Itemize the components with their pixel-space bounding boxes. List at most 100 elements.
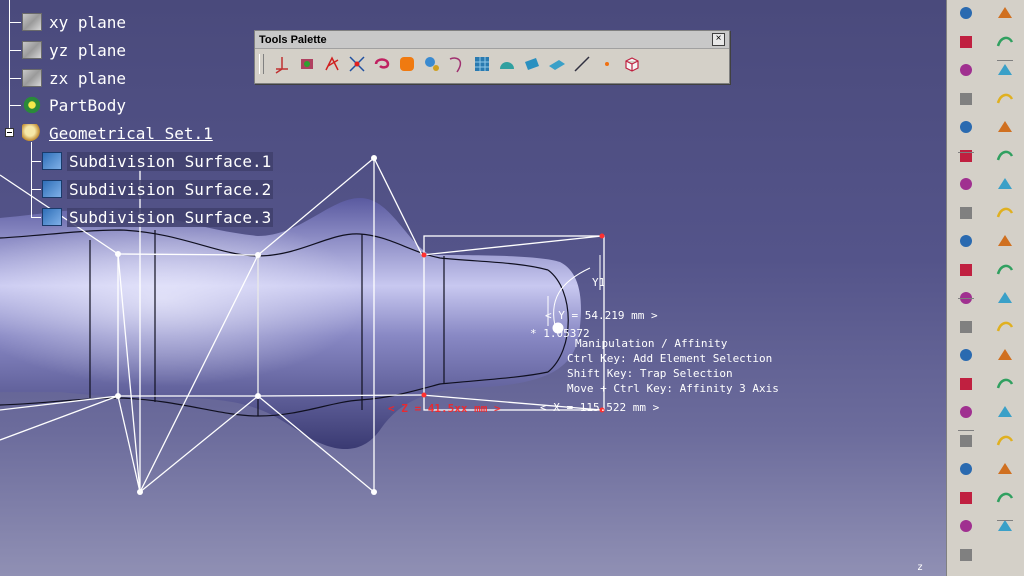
tree-item-geometrical-set[interactable]: Geometrical Set.1 (22, 121, 215, 145)
pointer-edit-icon[interactable] (994, 88, 1016, 110)
sphere-stripe-icon[interactable] (955, 202, 977, 224)
tree-item-zx-plane[interactable]: zx plane (22, 66, 128, 90)
tree-branch-line (31, 161, 41, 162)
tree-item-label: PartBody (49, 95, 127, 115)
cone-icon[interactable] (955, 373, 977, 395)
tree-item-label: Subdivision Surface.1 (67, 151, 274, 171)
plane-stripe-icon[interactable] (955, 458, 977, 480)
help-line-3: Shift Key: Trap Selection (567, 367, 733, 380)
orange-shape-icon[interactable] (396, 53, 418, 75)
help-line-1: Manipulation / Affinity (575, 337, 728, 350)
tree-branch-line (9, 0, 10, 132)
subdivision-surface-icon (42, 180, 62, 198)
box-icon[interactable] (621, 53, 643, 75)
layer-icon[interactable] (994, 344, 1016, 366)
magnifier-icon[interactable] (955, 230, 977, 252)
protractor-icon[interactable] (496, 53, 518, 75)
angle-icon[interactable] (955, 259, 977, 281)
square-icon[interactable] (955, 344, 977, 366)
point-cloud-icon[interactable] (296, 53, 318, 75)
tree-item-subdivision-surface-3[interactable]: Subdivision Surface.3 (42, 205, 274, 229)
red-sphere-icon[interactable] (955, 430, 977, 452)
tree-item-label: Subdivision Surface.3 (67, 207, 274, 227)
grid-icon[interactable] (471, 53, 493, 75)
right-toolbar: z (917, 0, 1024, 576)
palette-title-bar[interactable]: Tools Palette × (255, 31, 729, 49)
scissor-icon[interactable] (955, 515, 977, 537)
tree-branch-line (9, 22, 21, 23)
cursor-node-icon[interactable] (346, 53, 368, 75)
shield-icon[interactable] (994, 401, 1016, 423)
plane-tool-icon[interactable] (521, 53, 543, 75)
toolbar-separator (958, 298, 974, 299)
tree-item-xy-plane[interactable]: xy plane (22, 10, 128, 34)
toolbar-separator (958, 430, 974, 431)
surface-icon[interactable] (546, 53, 568, 75)
point-icon[interactable] (955, 116, 977, 138)
cut-icon[interactable] (994, 373, 1016, 395)
grid-face-icon[interactable] (994, 202, 1016, 224)
blue-stack-icon[interactable] (994, 316, 1016, 338)
swirl-icon[interactable] (955, 145, 977, 167)
sphere-icon[interactable] (994, 2, 1016, 24)
tree-branch-line (31, 189, 41, 190)
x-readout: < X = 115.522 mm > (540, 401, 660, 414)
help-line-4: Move + Ctrl Key: Affinity 3 Axis (567, 382, 779, 395)
toolbar-separator (997, 60, 1013, 61)
close-button[interactable]: × (712, 33, 725, 46)
scene-canvas[interactable] (0, 0, 946, 576)
y-readout: < Y = 54.219 mm > (545, 309, 658, 322)
list-icon[interactable] (955, 59, 977, 81)
stack-icon[interactable] (994, 287, 1016, 309)
line-icon[interactable] (571, 53, 593, 75)
tree-item-label: zx plane (49, 68, 127, 88)
globe-icon[interactable] (955, 487, 977, 509)
tools-palette[interactable]: Tools Palette × (254, 30, 730, 84)
curve-arrow-icon[interactable] (994, 116, 1016, 138)
blue-face-icon[interactable] (994, 230, 1016, 252)
cross-icon[interactable] (994, 487, 1016, 509)
sketch-icon[interactable] (955, 2, 977, 24)
plane-icon (22, 13, 42, 31)
subdivision-surface-icon (42, 152, 62, 170)
3d-viewport[interactable]: Y1 < Y = 54.219 mm > * 1.05372 Manipulat… (0, 0, 946, 576)
axis-arrows-icon[interactable] (321, 53, 343, 75)
cube-link-icon[interactable] (994, 59, 1016, 81)
dots-icon[interactable] (994, 430, 1016, 452)
z-readout: < Z = 41.5xx mm > (388, 402, 501, 415)
tree-item-partbody[interactable]: PartBody (22, 93, 128, 117)
subdivision-surface-icon (42, 208, 62, 226)
tree-item-label: yz plane (49, 40, 127, 60)
cube-icon[interactable] (994, 31, 1016, 53)
select-arrow-icon[interactable] (955, 31, 977, 53)
compass-icon[interactable] (271, 53, 293, 75)
point-icon[interactable] (596, 53, 618, 75)
toolbar-separator (958, 152, 974, 153)
loop-arrow-icon[interactable] (371, 53, 393, 75)
orange-curve-icon[interactable] (955, 173, 977, 195)
sphere-blue-icon[interactable] (955, 316, 977, 338)
collapse-toggle[interactable] (5, 128, 14, 137)
sphere-gear-icon[interactable] (421, 53, 443, 75)
toolbar-grip[interactable] (259, 54, 264, 74)
curve-arrow2-icon[interactable] (994, 145, 1016, 167)
eye-icon[interactable] (994, 515, 1016, 537)
target-icon[interactable] (955, 544, 977, 566)
partbody-icon (22, 96, 42, 114)
tree-item-subdivision-surface-2[interactable]: Subdivision Surface.2 (42, 177, 274, 201)
tree-item-label: xy plane (49, 12, 127, 32)
tree-item-yz-plane[interactable]: yz plane (22, 38, 128, 62)
xyz-icon[interactable] (955, 88, 977, 110)
tree-branch-line (9, 50, 21, 51)
plane-icon (22, 69, 42, 87)
wire-cube-icon[interactable] (994, 458, 1016, 480)
palette-toolbar (255, 49, 729, 75)
corner-label: z (917, 562, 924, 573)
tree-item-label: Subdivision Surface.2 (67, 179, 274, 199)
curve-icon[interactable] (446, 53, 468, 75)
cluster-icon[interactable] (955, 401, 977, 423)
tree-item-subdivision-surface-1[interactable]: Subdivision Surface.1 (42, 149, 274, 173)
split-face-icon[interactable] (994, 259, 1016, 281)
plane-icon (22, 41, 42, 59)
yellow-curve-icon[interactable] (994, 173, 1016, 195)
